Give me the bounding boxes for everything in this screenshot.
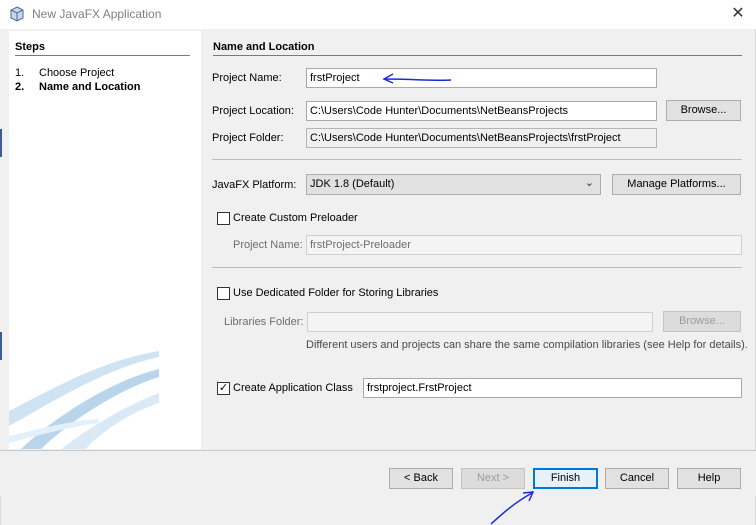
libraries-folder-input[interactable] bbox=[307, 312, 653, 332]
project-folder-label: Project Folder: bbox=[212, 132, 284, 144]
javafx-platform-label: JavaFX Platform: bbox=[212, 179, 297, 191]
browse-location-button[interactable]: Browse... bbox=[666, 100, 741, 121]
window-edge bbox=[0, 29, 9, 450]
window-title: New JavaFX Application bbox=[32, 7, 162, 21]
step-item-current: 2. Name and Location bbox=[9, 81, 201, 95]
dedicated-folder-checkbox[interactable] bbox=[217, 287, 230, 300]
divider bbox=[213, 55, 742, 56]
application-class-input[interactable]: frstproject.FrstProject bbox=[363, 378, 742, 398]
project-location-label: Project Location: bbox=[212, 105, 294, 117]
step-number: 2. bbox=[15, 81, 25, 93]
dedicated-folder-label[interactable]: Use Dedicated Folder for Storing Librari… bbox=[233, 287, 438, 299]
separator bbox=[212, 267, 742, 268]
libraries-hint: Different users and projects can share t… bbox=[306, 339, 748, 351]
browse-libraries-button[interactable]: Browse... bbox=[663, 311, 741, 332]
steps-panel: Steps 1. Choose Project 2. Name and Loca… bbox=[9, 31, 201, 449]
create-application-class-checkbox[interactable]: ✓ bbox=[217, 382, 230, 395]
step-label: Choose Project bbox=[39, 67, 115, 79]
panel-title: Name and Location bbox=[213, 41, 315, 53]
custom-preloader-label[interactable]: Create Custom Preloader bbox=[233, 212, 358, 224]
project-folder-field: C:\Users\Code Hunter\Documents\NetBeansP… bbox=[306, 128, 657, 148]
libraries-folder-label: Libraries Folder: bbox=[224, 316, 304, 328]
steps-title: Steps bbox=[15, 41, 45, 53]
annotation-arrow-icon bbox=[382, 73, 452, 84]
annotation-arrow-icon bbox=[490, 491, 535, 525]
chevron-down-icon: ⌄ bbox=[584, 177, 594, 189]
finish-button[interactable]: Finish bbox=[533, 468, 598, 489]
wizard-swoosh-graphic bbox=[9, 351, 159, 449]
preloader-project-name-input[interactable]: frstProject-Preloader bbox=[306, 235, 742, 255]
next-button[interactable]: Next > bbox=[461, 468, 525, 489]
step-number: 1. bbox=[15, 67, 25, 79]
javafx-platform-value: JDK 1.8 (Default) bbox=[310, 178, 395, 190]
manage-platforms-button[interactable]: Manage Platforms... bbox=[612, 174, 741, 195]
step-item: 1. Choose Project bbox=[9, 67, 201, 81]
project-name-label: Project Name: bbox=[212, 72, 282, 84]
help-button[interactable]: Help bbox=[677, 468, 741, 489]
step-label: Name and Location bbox=[39, 81, 141, 93]
javafx-platform-select[interactable]: JDK 1.8 (Default) ⌄ bbox=[306, 174, 601, 195]
project-location-input[interactable]: C:\Users\Code Hunter\Documents\NetBeansP… bbox=[306, 101, 657, 121]
cancel-button[interactable]: Cancel bbox=[605, 468, 669, 489]
name-and-location-panel: Name and Location Project Name: frstProj… bbox=[202, 31, 754, 449]
separator bbox=[212, 159, 742, 160]
create-application-class-label[interactable]: Create Application Class bbox=[233, 382, 353, 394]
close-icon[interactable]: ✕ bbox=[728, 5, 748, 23]
back-button[interactable]: < Back bbox=[389, 468, 453, 489]
project-name-input[interactable]: frstProject bbox=[306, 68, 657, 88]
java-cup-icon bbox=[10, 6, 24, 22]
custom-preloader-checkbox[interactable] bbox=[217, 212, 230, 225]
preloader-project-name-label: Project Name: bbox=[233, 239, 303, 251]
divider bbox=[15, 55, 190, 56]
